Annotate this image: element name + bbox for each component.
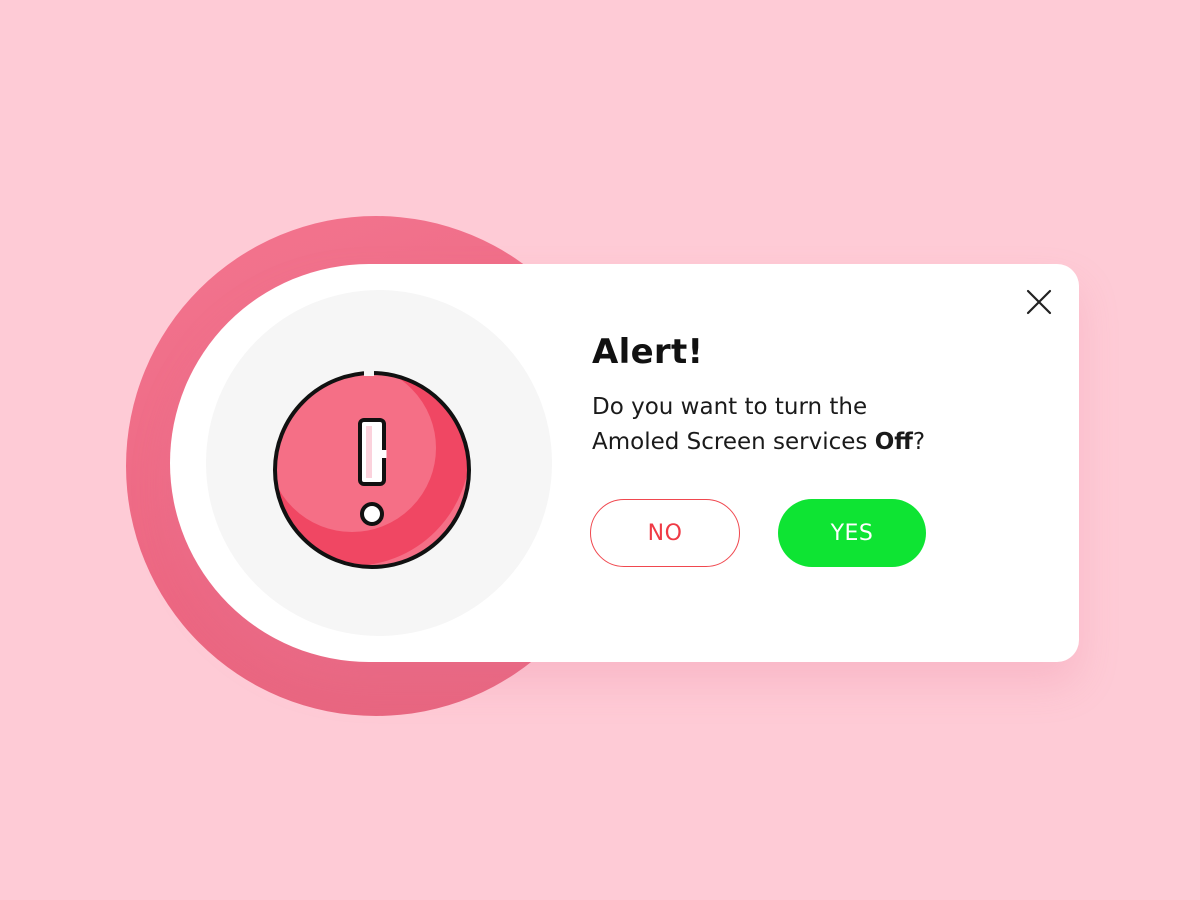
dialog-title: Alert! [592, 332, 704, 372]
message-emphasis: Off [874, 429, 913, 455]
alert-dialog: Alert! Do you want to turn the Amoled Sc… [170, 264, 1079, 662]
message-line-1: Do you want to turn the [592, 394, 868, 420]
message-line-2: Amoled Screen services [592, 429, 868, 455]
dialog-message: Do you want to turn the Amoled Screen se… [592, 390, 1012, 460]
yes-button[interactable]: YES [778, 499, 926, 567]
close-icon[interactable] [1024, 287, 1054, 317]
message-end: ? [912, 429, 926, 455]
exclamation-circle-icon [273, 368, 471, 569]
no-button[interactable]: NO [590, 499, 740, 567]
